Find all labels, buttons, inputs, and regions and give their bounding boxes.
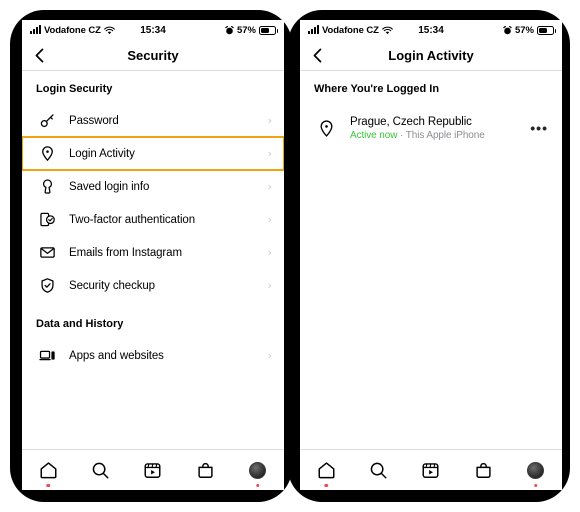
- profile-badge-dot: [534, 483, 538, 487]
- status-bar-right: Vodafone CZ 15:34 57%: [300, 20, 562, 40]
- battery-percent-label: 57%: [514, 24, 534, 36]
- section-header-data-and-history: Data and History: [36, 318, 124, 330]
- settings-row-two-factor-authentication[interactable]: Two-factor authentication ›: [22, 203, 284, 236]
- envelope-icon: [36, 242, 58, 264]
- login-activity-list: Where You're Logged In Prague, Czech Rep…: [300, 71, 562, 451]
- reels-icon: [143, 461, 162, 480]
- tab-shop[interactable]: [463, 452, 503, 488]
- battery-icon: [259, 25, 278, 35]
- alarm-clock-icon: [503, 25, 512, 35]
- tab-profile[interactable]: [238, 452, 278, 488]
- phone-screen-right: Vodafone CZ 15:34 57% Login Activity Whe…: [300, 20, 562, 490]
- search-icon: [369, 461, 388, 480]
- keyhole-icon: [36, 176, 58, 198]
- location-pin-icon: [314, 116, 338, 140]
- nav-bar-right: Login Activity: [300, 40, 562, 71]
- settings-row-label: Emails from Instagram: [69, 246, 182, 259]
- tab-home[interactable]: [306, 452, 346, 488]
- login-session-separator: ·: [397, 129, 406, 141]
- status-right-group: 57%: [225, 24, 278, 36]
- status-right-group: 57%: [503, 24, 556, 36]
- chevron-right-icon: ›: [267, 213, 272, 226]
- wifi-icon: [381, 26, 393, 35]
- login-session-device: This Apple iPhone: [405, 129, 485, 141]
- key-icon: [36, 110, 58, 132]
- tab-search[interactable]: [359, 452, 399, 488]
- shop-bag-icon: [196, 461, 215, 480]
- settings-row-label: Saved login info: [69, 180, 150, 193]
- carrier-label: Vodafone CZ: [44, 24, 101, 36]
- chevron-right-icon: ›: [267, 114, 272, 127]
- tab-home[interactable]: [28, 452, 68, 488]
- home-icon: [317, 461, 336, 480]
- avatar-icon: [527, 461, 545, 479]
- tab-search[interactable]: [81, 452, 121, 488]
- login-session-location: Prague, Czech Republic: [350, 115, 472, 128]
- status-bar-left: Vodafone CZ 15:34 57%: [22, 20, 284, 40]
- location-pin-icon: [36, 143, 58, 165]
- tab-profile[interactable]: [516, 452, 556, 488]
- settings-row-label: Apps and websites: [69, 349, 164, 362]
- phone-screen-left: Vodafone CZ 15:34 57% Security Login Sec…: [22, 20, 284, 490]
- settings-row-label: Security checkup: [69, 279, 155, 292]
- chevron-right-icon: ›: [267, 246, 272, 259]
- battery-percent-label: 57%: [236, 24, 256, 36]
- settings-row-saved-login-info[interactable]: Saved login info ›: [22, 170, 284, 203]
- shield-check-icon: [36, 209, 58, 231]
- back-button-right[interactable]: [300, 40, 334, 70]
- screenshot-stage: Vodafone CZ 15:34 57% Security Login Sec…: [0, 0, 580, 512]
- settings-row-login-activity[interactable]: Login Activity ›: [22, 136, 284, 171]
- signal-bars-icon: [30, 25, 41, 34]
- chevron-right-icon: ›: [267, 349, 272, 362]
- carrier-label: Vodafone CZ: [322, 24, 379, 36]
- tab-shop[interactable]: [185, 452, 225, 488]
- battery-icon: [537, 25, 556, 35]
- chevron-right-icon: ›: [267, 180, 272, 193]
- chevron-right-icon: ›: [267, 147, 272, 160]
- nav-bar-left: Security: [22, 40, 284, 71]
- reels-icon: [421, 461, 440, 480]
- settings-row-label: Login Activity: [69, 147, 135, 160]
- avatar-icon: [249, 461, 267, 479]
- devices-icon: [36, 345, 58, 367]
- section-header-login-security: Login Security: [36, 83, 113, 95]
- tab-bar-right: [300, 449, 562, 490]
- settings-row-password[interactable]: Password ›: [22, 104, 284, 137]
- login-session-meta: Active now · This Apple iPhone: [350, 130, 528, 141]
- login-session-row[interactable]: Prague, Czech Republic Active now · This…: [300, 104, 562, 152]
- login-session-text: Prague, Czech Republic Active now · This…: [350, 116, 528, 141]
- home-icon: [39, 461, 58, 480]
- tab-reels[interactable]: [133, 452, 173, 488]
- back-button-left[interactable]: [22, 40, 56, 70]
- wifi-icon: [103, 26, 115, 35]
- section-header-where-youre-logged-in: Where You're Logged In: [314, 83, 440, 95]
- signal-bars-icon: [308, 25, 319, 34]
- settings-list-left: Login Security Password › Login Activity…: [22, 71, 284, 451]
- profile-badge-dot: [256, 483, 260, 487]
- login-session-status: Active now: [350, 129, 398, 141]
- page-title-right: Login Activity: [388, 47, 474, 63]
- settings-row-security-checkup[interactable]: Security checkup ›: [22, 269, 284, 302]
- status-left-group: Vodafone CZ: [308, 25, 393, 36]
- shop-bag-icon: [474, 461, 493, 480]
- settings-row-label: Two-factor authentication: [69, 213, 195, 226]
- settings-row-emails-from-instagram[interactable]: Emails from Instagram ›: [22, 236, 284, 269]
- settings-row-label: Password: [69, 114, 119, 127]
- status-left-group: Vodafone CZ: [30, 25, 115, 36]
- home-badge-dot: [324, 483, 328, 487]
- chevron-right-icon: ›: [267, 279, 272, 292]
- search-icon: [91, 461, 110, 480]
- shield-tick-icon: [36, 275, 58, 297]
- alarm-clock-icon: [225, 25, 234, 35]
- settings-row-apps-and-websites[interactable]: Apps and websites ›: [22, 339, 284, 372]
- page-title-left: Security: [127, 47, 179, 63]
- tab-bar-left: [22, 449, 284, 490]
- tab-reels[interactable]: [411, 452, 451, 488]
- more-options-icon[interactable]: •••: [528, 121, 550, 135]
- home-badge-dot: [46, 483, 50, 487]
